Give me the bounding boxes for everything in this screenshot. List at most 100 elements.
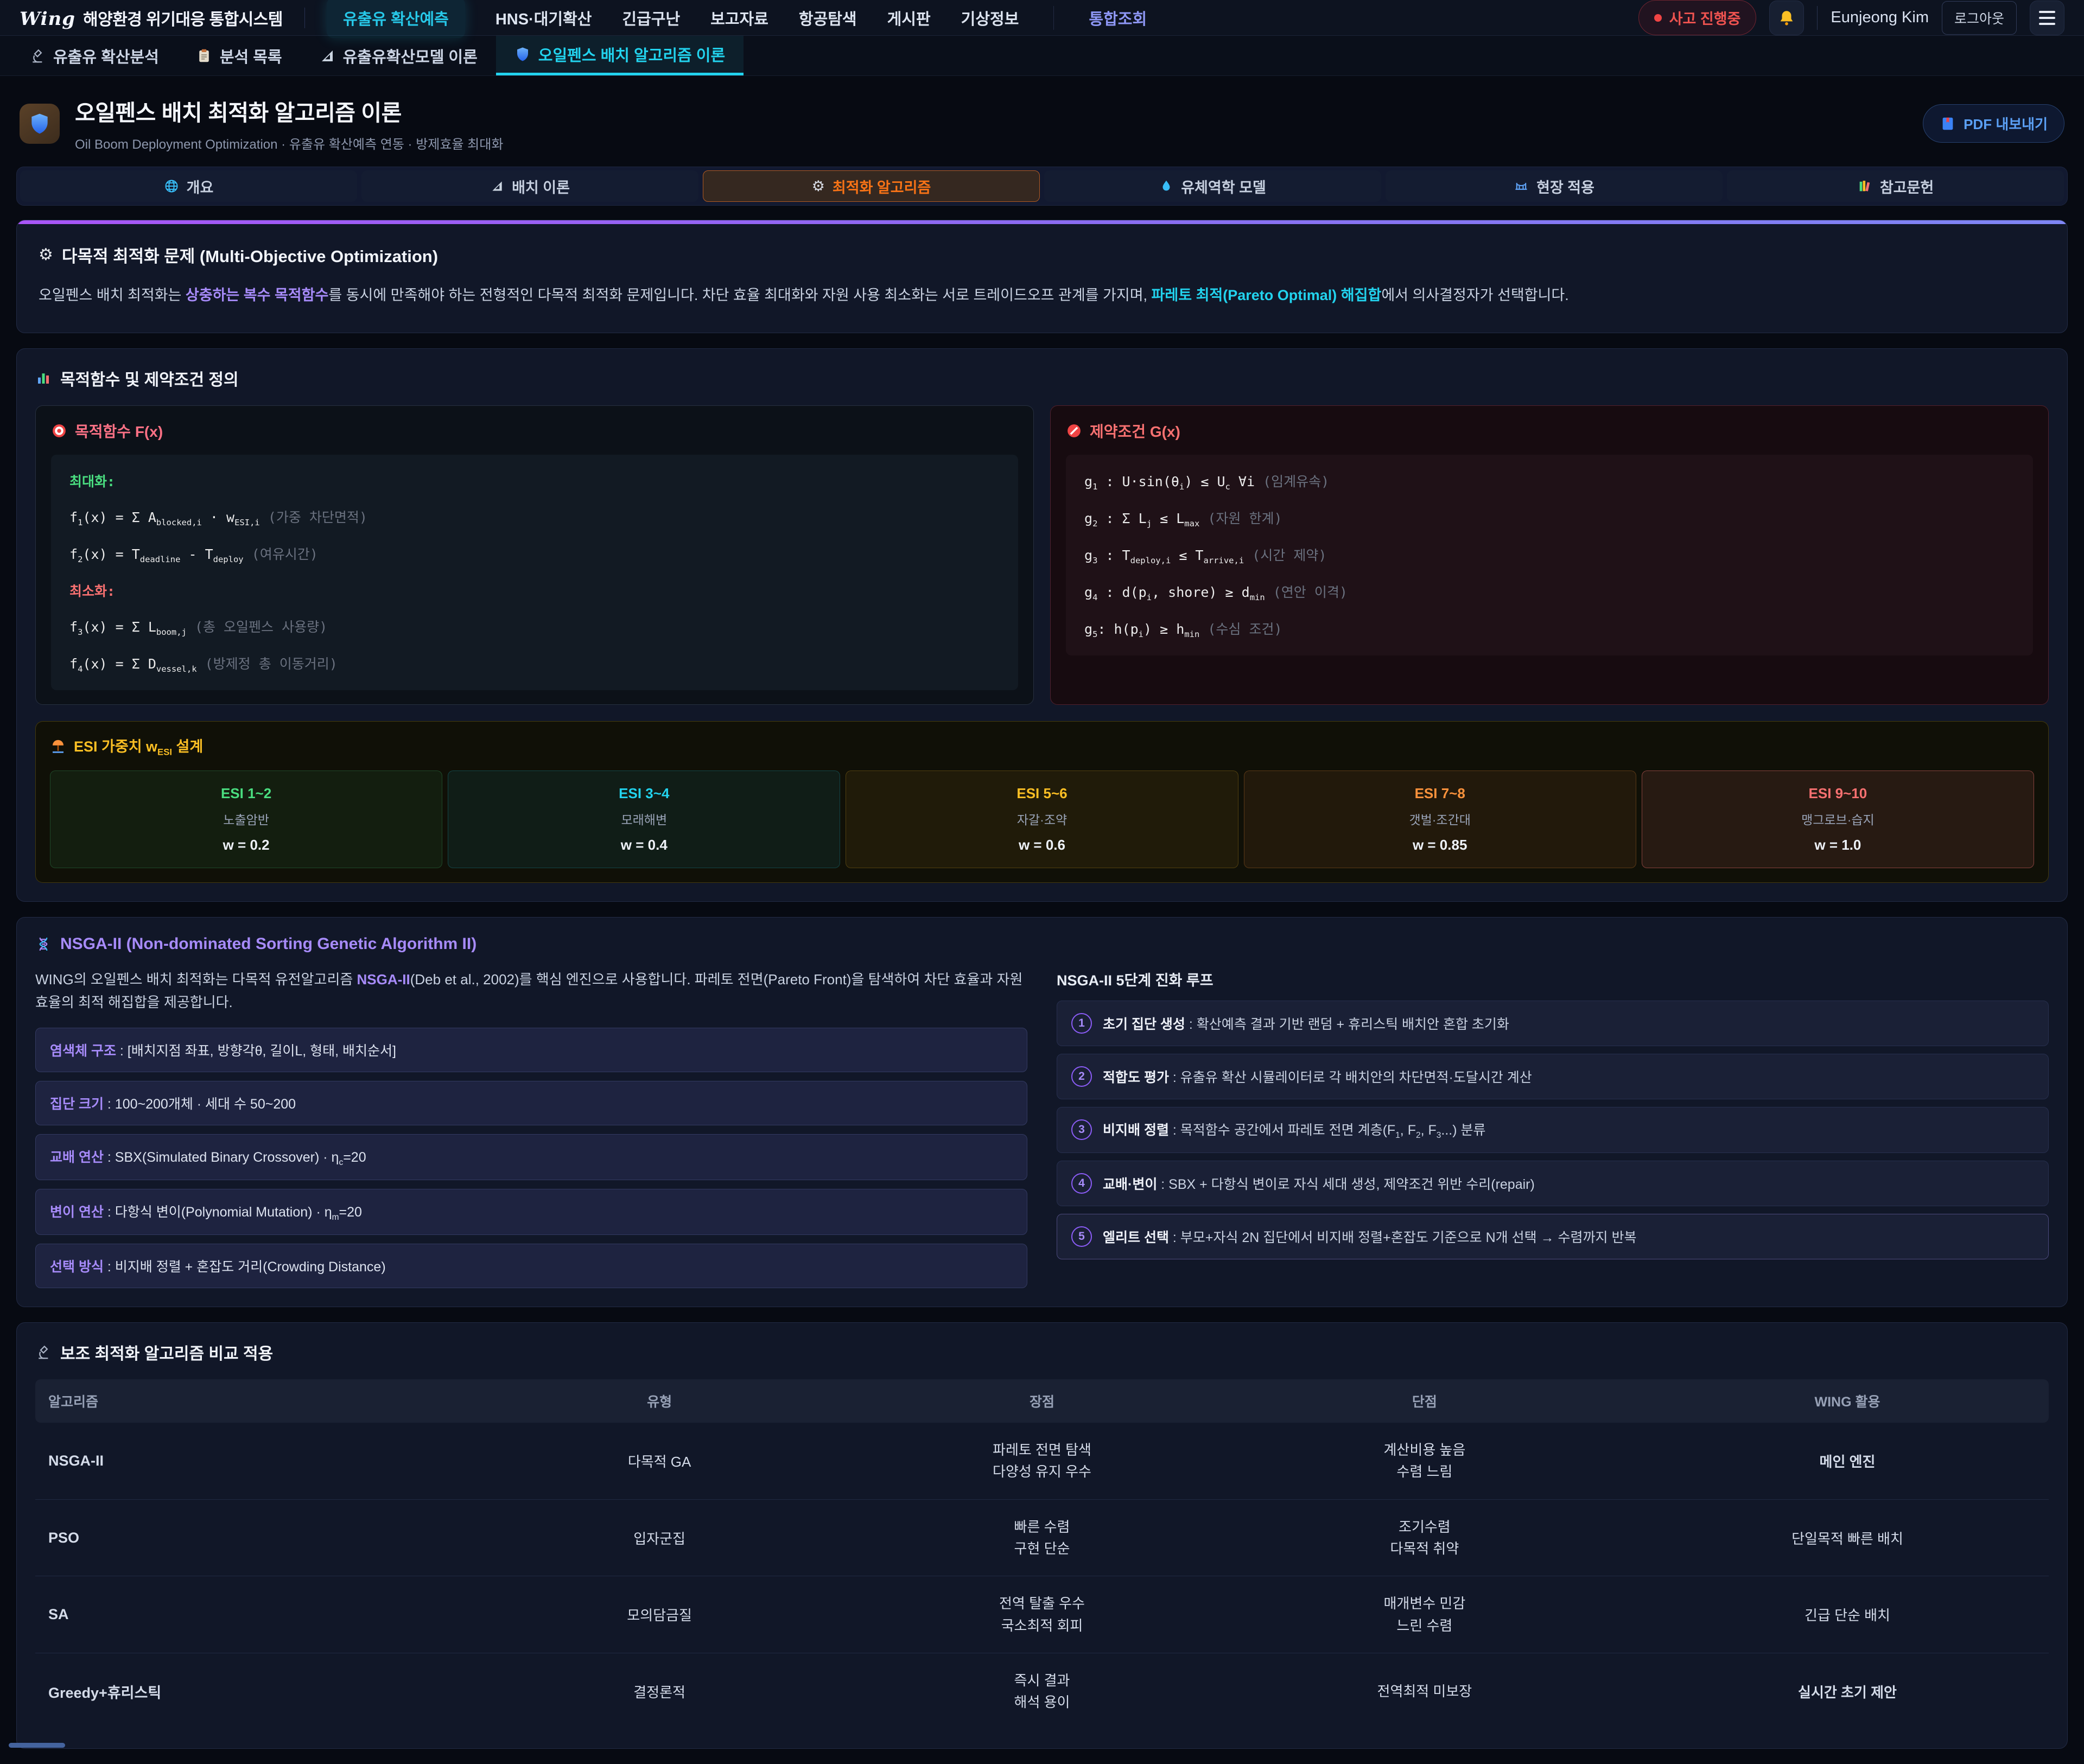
app-logo[interactable]: Wing 해양환경 위기대응 통합시스템 — [20, 6, 283, 30]
section-tab-references[interactable]: 참고문헌 — [1727, 170, 2064, 202]
droplet-icon — [1159, 179, 1173, 193]
objective-function-panel: 목적함수 F(x) 최대화: f1(x) = Σ Ablocked,i · wE… — [35, 405, 1034, 705]
param-chromosome: 염색체 구조 : [배치지점 좌표, 방향각θ, 길이L, 형태, 배치순서] — [35, 1028, 1027, 1072]
param-selection: 선택 방식 : 비지배 정렬 + 혼잡도 거리(Crowding Distanc… — [35, 1244, 1027, 1288]
menu-button[interactable] — [2030, 1, 2064, 35]
objective-panel-title: 목적함수 F(x) — [51, 420, 1018, 442]
user-name: Eunjeong Kim — [1831, 9, 1929, 27]
col-pros: 장점 — [881, 1379, 1203, 1423]
main-content: 오일펜스 배치 최적화 알고리즘 이론 Oil Boom Deployment … — [0, 76, 2084, 1749]
nav-item-hns-air-diffusion[interactable]: HNS·대기확산 — [495, 7, 592, 29]
nav-divider — [1053, 6, 1054, 30]
algo-type: 입자군집 — [438, 1499, 881, 1576]
section-tab-field-application[interactable]: 현장 적용 — [1386, 170, 1723, 202]
top-navigation: Wing 해양환경 위기대응 통합시스템 유출유 확산예측 HNS·대기확산 긴… — [0, 0, 2084, 36]
tab-boom-algorithm-theory[interactable]: 오일펜스 배치 알고리즘 이론 — [496, 36, 744, 75]
incident-dot-icon — [1654, 14, 1662, 22]
highlight-objectives: 상충하는 복수 목적함수 — [186, 287, 328, 303]
multi-objective-intro-card: ⚙ 다목적 최적화 문제 (Multi-Objective Optimizati… — [16, 220, 2068, 333]
incident-status-badge: 사고 진행중 — [1638, 0, 1757, 35]
esi-weight-box: ESI 가중치 wESI 설계 ESI 1~2 노출암반 w = 0.2 ESI… — [35, 721, 2049, 883]
pdf-export-button[interactable]: PDF 내보내기 — [1923, 104, 2064, 143]
page-title: 오일펜스 배치 최적화 알고리즘 이론 — [75, 94, 1923, 127]
section-tab-hydrodynamics-model[interactable]: 유체역학 모델 — [1044, 170, 1381, 202]
algorithm-comparison-card: 보조 최적화 알고리즘 비교 적용 알고리즘 유형 장점 단점 WING 활용 … — [16, 1322, 2068, 1748]
nav-item-reports[interactable]: 보고자료 — [710, 7, 768, 29]
hamburger-icon — [2039, 11, 2055, 25]
table-row: NSGA-II 다목적 GA 파레토 전면 탐색다양성 유지 우수 계산비용 높… — [35, 1423, 2049, 1499]
algo-type: 모의담금질 — [438, 1576, 881, 1653]
esi-weight-title: ESI 가중치 wESI 설계 — [50, 735, 2034, 757]
globe-icon — [164, 179, 179, 194]
col-algorithm: 알고리즘 — [35, 1379, 438, 1423]
definitions-title: 목적함수 및 제약조건 정의 — [35, 366, 2049, 390]
notification-button[interactable] — [1769, 1, 1804, 35]
beach-icon — [50, 738, 66, 754]
logout-button[interactable]: 로그아웃 — [1942, 1, 2017, 35]
tab-spill-diffusion-analysis[interactable]: 유출유 확산분석 — [11, 36, 177, 75]
ruler-icon — [490, 179, 504, 193]
triangle-ruler-icon — [319, 48, 335, 64]
bar-chart-icon — [35, 370, 52, 386]
step-number-badge: 4 — [1071, 1173, 1092, 1194]
algo-cons: 매개변수 민감느린 수렴 — [1203, 1576, 1646, 1653]
nsga2-paragraph: WING의 오일펜스 배치 최적화는 다목적 유전알고리즘 NSGA-II(De… — [35, 969, 1027, 1014]
param-crossover: 교배 연산 : SBX(Simulated Binary Crossover) … — [35, 1134, 1027, 1180]
section-tab-optimization-algorithm[interactable]: ⚙ 최적화 알고리즘 — [703, 170, 1040, 202]
constraints-panel: 제약조건 G(x) g1 : U·sin(θi) ≤ Uc ∀i (임계유속) … — [1050, 405, 2049, 705]
nav-item-oil-spill-prediction[interactable]: 유출유 확산예측 — [327, 0, 465, 38]
loop-step-3: 3 비지배 정렬 : 목적함수 공간에서 파레토 전면 계층(F1, F2, F… — [1057, 1107, 2049, 1153]
table-header-row: 알고리즘 유형 장점 단점 WING 활용 — [35, 1379, 2049, 1423]
highlight-pareto: 파레토 최적(Pareto Optimal) 해집합 — [1152, 287, 1382, 303]
algo-pros: 즉시 결과해석 용이 — [881, 1653, 1203, 1729]
loop-step-4: 4 교배·변이 : SBX + 다항식 변이로 자식 세대 생성, 제약조건 위… — [1057, 1161, 2049, 1206]
tab-analysis-list[interactable]: 분석 목록 — [177, 36, 301, 75]
nav-item-aerial-search[interactable]: 항공탐색 — [799, 7, 857, 29]
algo-pros: 빠른 수렴구현 단순 — [881, 1499, 1203, 1576]
objective-code-block: 최대화: f1(x) = Σ Ablocked,i · wESI,i (가중 차… — [51, 455, 1018, 690]
nav-item-weather-info[interactable]: 기상정보 — [961, 7, 1019, 29]
section-tab-bar: 개요 배치 이론 ⚙ 최적화 알고리즘 유체역학 모델 현장 적용 — [16, 167, 2068, 206]
section-tab-overview[interactable]: 개요 — [20, 170, 357, 202]
page-shield-icon — [20, 104, 60, 144]
nsga2-parameters-column: WING의 오일펜스 배치 최적화는 다목적 유전알고리즘 NSGA-II(De… — [35, 969, 1027, 1288]
col-cons: 단점 — [1203, 1379, 1646, 1423]
page-subtitle: Oil Boom Deployment Optimization · 유출유 확… — [75, 133, 1923, 152]
algo-name: NSGA-II — [35, 1423, 438, 1499]
algo-name: SA — [35, 1576, 438, 1653]
param-population: 집단 크기 : 100~200개체 · 세대 수 50~200 — [35, 1081, 1027, 1125]
nav-item-board[interactable]: 게시판 — [887, 7, 931, 29]
param-mutation: 변이 연산 : 다항식 변이(Polynomial Mutation) · ηm… — [35, 1189, 1027, 1235]
bridge-icon — [1514, 179, 1529, 194]
algo-name: PSO — [35, 1499, 438, 1576]
esi-weight-grid: ESI 1~2 노출암반 w = 0.2 ESI 3~4 모래해변 w = 0.… — [50, 770, 2034, 868]
nav-item-integrated-search[interactable]: 통합조회 — [1089, 7, 1147, 29]
books-icon — [1857, 179, 1872, 194]
col-type: 유형 — [438, 1379, 881, 1423]
esi-cell-1-2: ESI 1~2 노출암반 w = 0.2 — [50, 770, 442, 868]
incident-badge-label: 사고 진행중 — [1669, 7, 1741, 28]
algo-wing-usage: 실시간 초기 제안 — [1646, 1653, 2049, 1729]
algo-cons: 조기수렴다목적 취약 — [1203, 1499, 1646, 1576]
step-number-badge: 3 — [1071, 1119, 1092, 1140]
step-number-badge: 5 — [1071, 1226, 1092, 1247]
microscope-icon — [29, 48, 46, 64]
algo-pros: 파레토 전면 탐색다양성 유지 우수 — [881, 1423, 1203, 1499]
horizontal-scrollbar-thumb[interactable] — [9, 1743, 65, 1748]
intro-section-title: ⚙ 다목적 최적화 문제 (Multi-Objective Optimizati… — [39, 243, 2045, 267]
table-row: SA 모의담금질 전역 탈출 우수국소최적 회피 매개변수 민감느린 수렴 긴급… — [35, 1576, 2049, 1653]
algo-pros: 전역 탈출 우수국소최적 회피 — [881, 1576, 1203, 1653]
loop-step-5: 5 엘리트 선택 : 부모+자식 2N 집단에서 비지배 정렬+혼잡도 기준으로… — [1057, 1214, 2049, 1259]
constraints-code-block: g1 : U·sin(θi) ≤ Uc ∀i (임계유속) g2 : Σ Lj … — [1066, 455, 2033, 655]
shield-icon — [514, 46, 531, 62]
step-number-badge: 1 — [1071, 1013, 1092, 1034]
tab-diffusion-model-theory[interactable]: 유출유확산모델 이론 — [301, 36, 496, 75]
section-tab-deployment-theory[interactable]: 배치 이론 — [361, 170, 698, 202]
esi-cell-9-10: ESI 9~10 맹그로브·습지 w = 1.0 — [1642, 770, 2034, 868]
logo-wing-mark: Wing — [20, 8, 75, 30]
topnav-right-group: 사고 진행중 Eunjeong Kim 로그아웃 — [1638, 0, 2064, 35]
clipboard-icon — [196, 48, 212, 64]
highlight-nsga2: NSGA-II — [357, 971, 410, 988]
nav-item-emergency-rescue[interactable]: 긴급구난 — [622, 7, 680, 29]
comparison-table: 알고리즘 유형 장점 단점 WING 활용 NSGA-II 다목적 GA 파레토… — [35, 1379, 2049, 1729]
